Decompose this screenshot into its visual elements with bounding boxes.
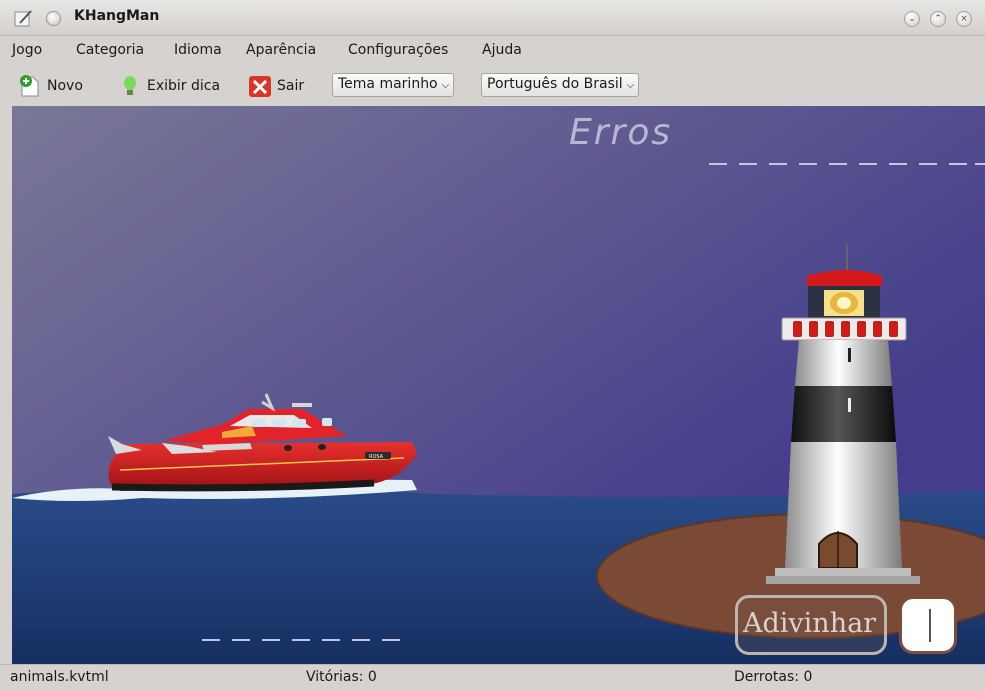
guess-button-label: Adivinhar: [743, 608, 877, 639]
quit-label: Sair: [277, 78, 305, 94]
status-bar: animals.kvtml Vitórias: 0 Derrotas: 0: [0, 664, 985, 690]
chevron-down-icon: ⌵: [441, 80, 450, 91]
quit-icon: [249, 76, 271, 97]
menu-aparencia[interactable]: Aparência: [246, 42, 316, 58]
menu-categoria[interactable]: Categoria: [76, 42, 144, 58]
menu-configuracoes[interactable]: Configurações: [348, 42, 448, 58]
menu-jogo[interactable]: Jogo: [12, 42, 42, 58]
language-select-value: Português do Brasil: [487, 76, 623, 92]
show-hint-button[interactable]: Exibir dica: [118, 72, 220, 100]
window-title: KHangMan: [74, 8, 160, 24]
lightbulb-icon: [124, 76, 136, 95]
theme-select[interactable]: Tema marinho ⌵: [332, 73, 455, 97]
menu-ajuda[interactable]: Ajuda: [482, 42, 522, 58]
new-game-label: Novo: [47, 78, 83, 94]
boat-name: ROSA: [369, 454, 384, 460]
language-select[interactable]: Português do Brasil ⌵: [481, 73, 640, 97]
letter-input[interactable]: [899, 596, 957, 654]
new-game-button[interactable]: Novo: [18, 72, 83, 100]
window-menu-button[interactable]: [46, 11, 61, 26]
quit-button[interactable]: Sair: [248, 72, 304, 100]
app-icon[interactable]: [14, 9, 34, 27]
status-wins: Vitórias: 0: [306, 669, 377, 685]
show-hint-label: Exibir dica: [147, 78, 221, 94]
guess-button[interactable]: Adivinhar: [735, 595, 887, 655]
status-losses: Derrotas: 0: [734, 669, 813, 685]
title-bar: KHangMan ⌄ ⌃ ×: [0, 0, 985, 36]
text-caret: [929, 609, 931, 642]
game-area: ROSA Erros Adivinhar: [12, 106, 985, 664]
scene: ROSA: [12, 106, 985, 664]
minimize-button[interactable]: ⌄: [904, 11, 920, 27]
chevron-down-icon: ⌵: [626, 80, 635, 91]
theme-select-value: Tema marinho: [338, 76, 438, 92]
menu-idioma[interactable]: Idioma: [174, 42, 222, 58]
menu-bar: Jogo Categoria Idioma Aparência Configur…: [0, 36, 985, 66]
errors-label: Erros: [569, 112, 673, 153]
toolbar: Novo Exibir dica Sair Tema marinho ⌵ Port…: [0, 66, 985, 106]
close-button[interactable]: ×: [956, 11, 972, 27]
new-document-icon: [20, 75, 39, 97]
maximize-button[interactable]: ⌃: [930, 11, 946, 27]
status-file: animals.kvtml: [10, 669, 109, 685]
